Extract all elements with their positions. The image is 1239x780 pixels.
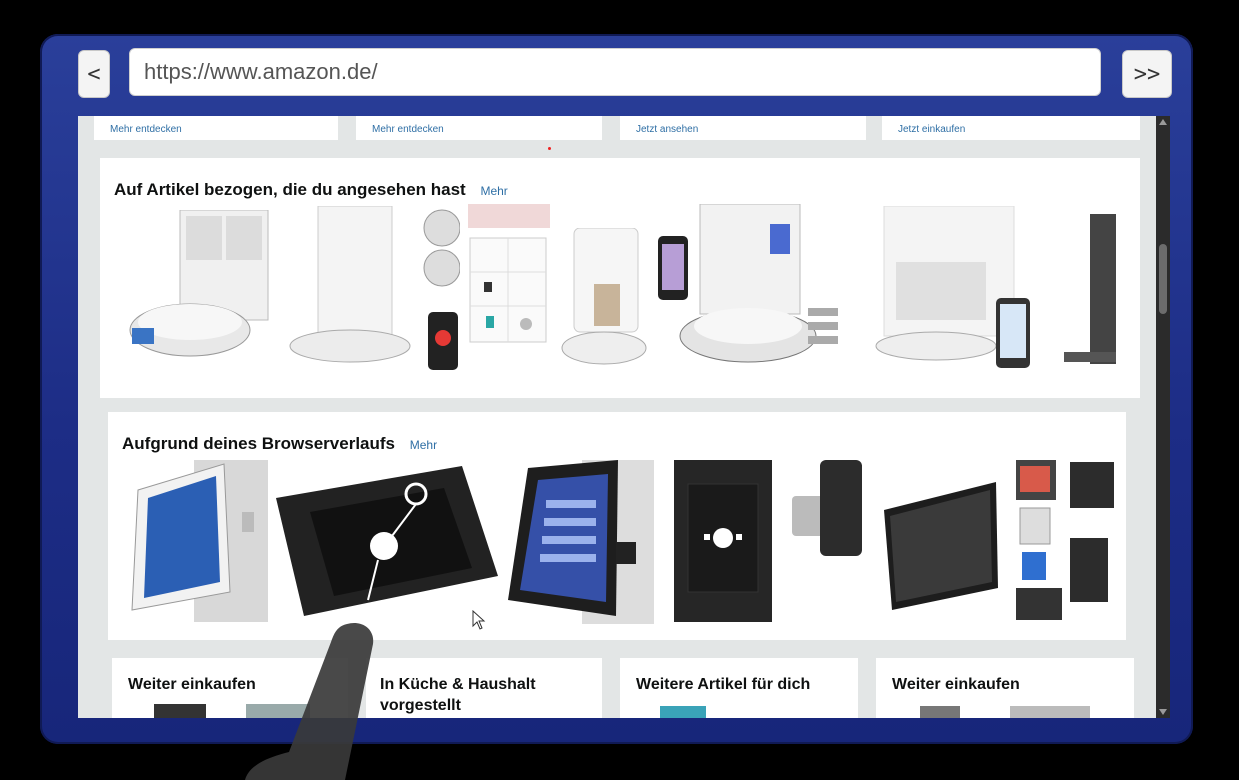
product-robot-vacuum-4[interactable] [656, 203, 840, 374]
product-thumbnail [660, 706, 706, 718]
browsing-history-section: Aufgrund deines Browserverlaufs Mehr [108, 412, 1126, 640]
section-title-text: Auf Artikel bezogen, die du angesehen ha… [114, 180, 466, 199]
top-card-link[interactable]: Mehr entdecken [110, 124, 182, 135]
accessories-image [468, 204, 550, 343]
top-card: Jetzt ansehen [620, 116, 866, 140]
product-accessories[interactable] [468, 204, 550, 344]
top-card-link[interactable]: Jetzt einkaufen [898, 124, 965, 135]
product-robot-vacuum-5[interactable] [860, 205, 1040, 374]
card-title: In Küche & Haushalt vorgestellt [380, 676, 536, 714]
top-card-link[interactable]: Mehr entdecken [372, 124, 444, 135]
product-wall-tablet-enclosure[interactable] [674, 460, 772, 622]
section-title-text: Aufgrund deines Browserverlaufs [122, 434, 396, 453]
vr-hand-pointer-icon [245, 622, 374, 780]
product-tablet-frame[interactable] [276, 464, 498, 616]
robot-vacuum-image [875, 205, 1030, 368]
product-robot-vacuum-2[interactable] [280, 205, 461, 376]
section-title: Aufgrund deines Browserverlaufs Mehr [122, 434, 437, 454]
url-text: https://www.amazon.de/ [144, 59, 378, 84]
section-title: Auf Artikel bezogen, die du angesehen ha… [114, 180, 508, 200]
robot-vacuum-image [1064, 214, 1116, 364]
scroll-up-arrow-icon[interactable] [1159, 119, 1167, 125]
product-thumbnail [154, 704, 206, 718]
forward-button[interactable]: >> [1122, 50, 1172, 98]
bottom-card-kitchen[interactable]: In Küche & Haushalt vorgestellt [366, 658, 602, 718]
product-rugged-tablet[interactable] [506, 460, 654, 624]
robot-vacuum-image [561, 227, 647, 365]
tablet-kiosk-image [131, 460, 268, 622]
product-robot-vacuum-3[interactable] [560, 227, 652, 372]
top-card: Jetzt einkaufen [882, 116, 1140, 140]
wall-enclosure-image [674, 460, 772, 622]
product-robot-vacuum-6[interactable] [1062, 214, 1122, 370]
product-robot-vacuum-1[interactable] [120, 209, 270, 370]
robot-vacuum-image [289, 205, 461, 370]
tablet-holder-image [792, 460, 998, 610]
mouse-pointer-icon [472, 610, 486, 630]
bottom-card-more-items[interactable]: Weitere Artikel für dich [620, 658, 858, 718]
scroll-thumb[interactable] [1159, 244, 1167, 314]
tablet-accessories-image [1016, 460, 1114, 620]
product-tablet-kiosk[interactable] [124, 460, 268, 622]
rugged-tablet-image [508, 460, 654, 624]
bottom-card-keep-shopping-2[interactable]: Weiter einkaufen [876, 658, 1134, 718]
robot-vacuum-image [129, 209, 269, 357]
tablet-frame-image [276, 466, 498, 616]
card-title: Weiter einkaufen [892, 676, 1020, 693]
product-tablet-accessories[interactable] [1014, 460, 1114, 622]
top-card: Mehr entdecken [94, 116, 338, 140]
product-thumbnail [920, 706, 960, 718]
product-thumbnail [1010, 706, 1090, 718]
viewed-items-section: Auf Artikel bezogen, die du angesehen ha… [100, 158, 1140, 398]
address-bar[interactable]: https://www.amazon.de/ [129, 48, 1101, 96]
back-button[interactable]: < [78, 50, 110, 98]
scroll-down-arrow-icon[interactable] [1159, 709, 1167, 715]
vertical-scrollbar[interactable] [1156, 116, 1170, 718]
marker-dot [548, 147, 551, 150]
top-card: Mehr entdecken [356, 116, 602, 140]
more-link[interactable]: Mehr [410, 438, 437, 452]
robot-vacuum-image [658, 203, 838, 363]
top-card-link[interactable]: Jetzt ansehen [636, 124, 698, 135]
product-tablet-holder[interactable] [792, 460, 1012, 622]
more-link[interactable]: Mehr [480, 184, 507, 198]
card-title: Weitere Artikel für dich [636, 676, 811, 693]
